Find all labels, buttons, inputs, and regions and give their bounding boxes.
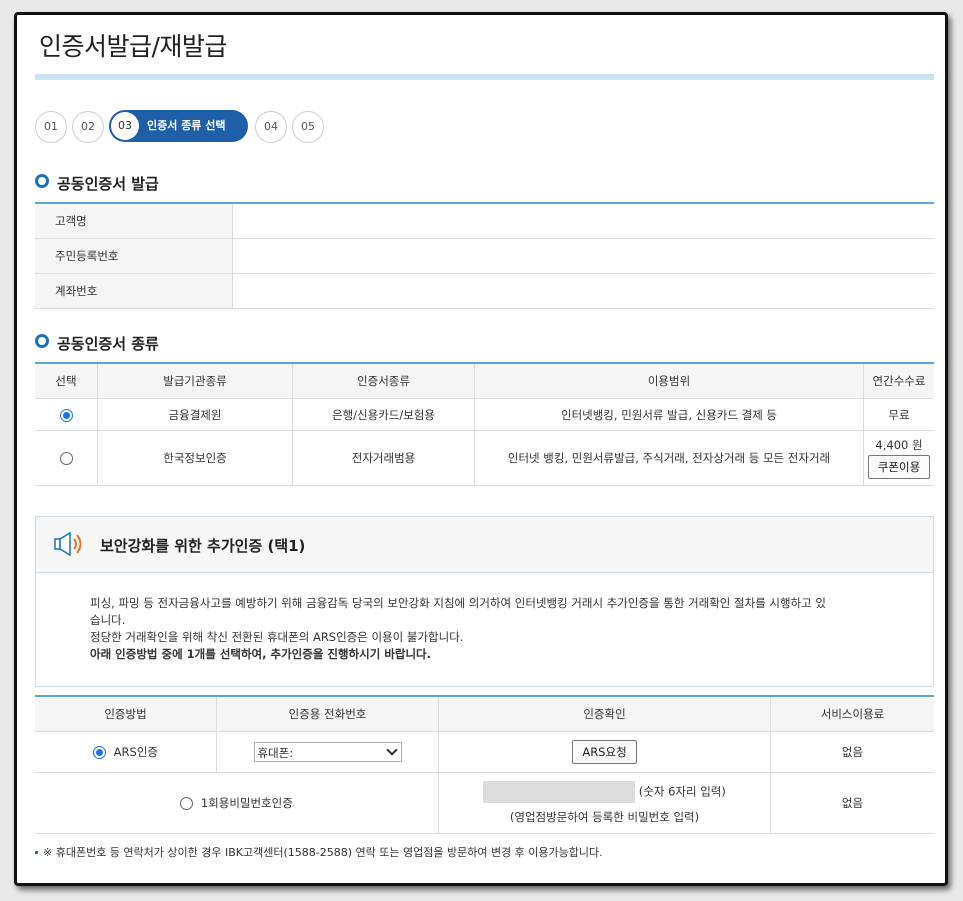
col-fee: 연간수수료 [863,363,934,399]
bullet-icon [35,334,49,348]
notice-title: 보안강화를 위한 추가인증 (택1) [100,537,306,555]
otp-hint-digits: (숫자 6자리 입력) [638,784,726,799]
fee-cell: 4,400 원 쿠폰이용 [863,430,934,486]
bullet-icon [35,851,38,854]
title-divider [35,74,934,80]
resident-number-value [232,238,934,274]
ars-request-button[interactable]: ARS요청 [572,740,637,764]
otp-confirm-cell: (숫자 6자리 입력) (영업점방문하여 등록한 비밀번호 입력) [438,772,771,834]
table-row: 주민등록번호 [35,238,934,274]
notice-line: 정당한 거래확인을 위해 착신 전환된 휴대폰의 ARS인증은 이용이 불가합니… [90,630,464,644]
step-01: 01 [35,111,67,143]
ars-label: ARS인증 [113,745,158,759]
page-title: 인증서발급/재발급 [39,32,227,61]
issuer-cell: 한국정보인증 [97,430,293,486]
step-03-number: 03 [111,112,139,140]
ars-method-cell: ARS인증 [35,731,217,773]
phone-select[interactable]: 휴대폰: [253,742,402,762]
radio-kica[interactable] [59,452,73,465]
table-row: 금융결제원 은행/신용카드/보험용 인터넷뱅킹, 민원서류 발급, 신용카드 결… [35,398,934,431]
scope-cell: 인터넷 뱅킹, 민원서류발급, 주식거래, 전자상거래 등 모든 전자거래 [474,430,864,486]
col-auth-confirm: 인증확인 [438,696,771,732]
otp-label: 1회용비밀번호인증 [200,796,293,810]
chevron-down-icon [385,744,398,756]
resident-number-label: 주민등록번호 [35,238,233,274]
auth-method-table: 인증방법 인증용 전화번호 인증확인 서비스이용료 ARS인증 휴대폰: ARS… [35,695,934,834]
info-section-title: 공동인증서 발급 [35,173,159,194]
select-cell [35,398,98,431]
cert-type-cell: 은행/신용카드/보험용 [292,398,475,431]
col-service-fee: 서비스이용료 [770,696,934,732]
otp-hint-register: (영업점방문하여 등록한 비밀번호 입력) [509,810,700,824]
window-frame: 인증서발급/재발급 01 02 03 인증서 종류 선택 04 05 공동인증서… [14,12,948,886]
step-03-label: 인증서 종류 선택 [147,119,226,132]
radio-otp[interactable] [180,797,194,810]
otp-input[interactable] [483,781,636,803]
table-row: 한국정보인증 전자거래범용 인터넷 뱅킹, 민원서류발급, 주식거래, 전자상거… [35,430,934,486]
type-section-title: 공동인증서 종류 [35,333,159,354]
notice-line-bold: 아래 인증방법 중에 1개를 선택하여, 추가인증을 진행하시기 바랍니다. [90,647,432,661]
ars-phone-cell: 휴대폰: [216,731,439,773]
footnote: ※ 휴대폰번호 등 연락처가 상이한 경우 IBK고객센터(1588-2588)… [35,844,603,860]
step-04: 04 [255,111,287,143]
notice-body: 피싱, 파밍 등 전자금융사고를 예방하기 위해 금융감독 당국의 보안강화 지… [90,595,890,663]
ars-fee-cell: 없음 [770,731,934,773]
radio-kftc[interactable] [59,408,73,422]
issuer-cell: 금융결제원 [97,398,293,431]
otp-method-cell: 1회용비밀번호인증 [35,772,439,834]
notice-line: 습니다. [90,613,126,627]
col-auth-phone: 인증용 전화번호 [216,696,439,732]
cert-type-cell: 전자거래범용 [292,430,475,486]
cert-type-table: 선택 발급기관종류 인증서종류 이용범위 연간수수료 금융결제원 은행/신용카드… [35,362,934,486]
table-row: 고객명 [35,203,934,239]
fee-amount: 4,400 원 [875,438,923,452]
step-03-active: 03 인증서 종류 선택 [109,110,248,142]
table-row: 계좌번호 [35,273,934,309]
table-row: ARS인증 휴대폰: ARS요청 없음 [35,731,934,773]
step-02: 02 [72,111,104,143]
scope-cell: 인터넷뱅킹, 민원서류 발급, 신용카드 결제 등 [474,398,864,431]
account-number-label: 계좌번호 [35,273,233,309]
col-scope: 이용범위 [474,363,864,399]
radio-ars[interactable] [93,746,106,759]
col-cert-type: 인증서종류 [292,363,475,399]
fee-cell: 무료 [863,398,934,431]
security-notice: 보안강화를 위한 추가인증 (택1) 피싱, 파밍 등 전자금융사고를 예방하기… [35,516,934,687]
customer-info-table: 고객명 주민등록번호 계좌번호 [35,202,934,309]
bullet-icon [35,174,49,188]
select-cell [35,430,98,486]
customer-name-value [232,203,934,239]
col-auth-method: 인증방법 [35,696,217,732]
account-number-value [232,273,934,309]
ars-confirm-cell: ARS요청 [438,731,771,773]
col-issuer: 발급기관종류 [97,363,293,399]
otp-fee-cell: 없음 [770,772,934,834]
coupon-button[interactable]: 쿠폰이용 [867,455,931,479]
notice-line: 피싱, 파밍 등 전자금융사고를 예방하기 위해 금융감독 당국의 보안강화 지… [90,596,826,610]
table-row: 1회용비밀번호인증 (숫자 6자리 입력) (영업점방문하여 등록한 비밀번호 … [35,772,934,834]
customer-name-label: 고객명 [35,203,233,239]
speaker-icon [54,531,82,557]
col-select: 선택 [35,363,98,399]
step-05: 05 [292,111,324,143]
